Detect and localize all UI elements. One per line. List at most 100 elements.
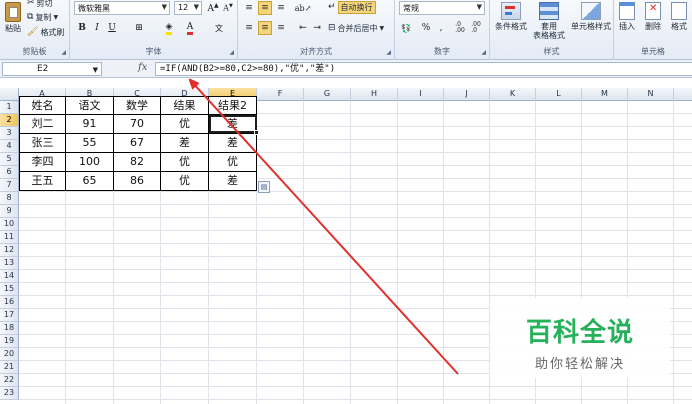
fill-handle[interactable] bbox=[254, 130, 259, 135]
table-cell[interactable]: 优 bbox=[161, 153, 209, 172]
row-header-5[interactable]: 5 bbox=[0, 153, 19, 166]
row-header-20[interactable]: 20 bbox=[0, 348, 19, 361]
table-cell[interactable]: 67 bbox=[114, 134, 161, 153]
formula-input[interactable]: =IF(AND(B2>=80,C2>=80),"优","差") bbox=[155, 62, 692, 76]
cell-styles-button[interactable]: 单元格样式 bbox=[568, 2, 614, 44]
table-cell[interactable]: 差 bbox=[209, 115, 257, 134]
bold-button[interactable]: B bbox=[75, 21, 89, 35]
insert-function-button[interactable]: fx bbox=[138, 62, 147, 73]
paste-button[interactable]: 粘贴 bbox=[0, 2, 26, 44]
paste-options-icon[interactable]: ▤ bbox=[258, 181, 270, 193]
column-header-f[interactable]: F bbox=[257, 88, 304, 101]
cut-button[interactable]: ✂ 剪切 bbox=[27, 0, 53, 10]
align-center-button[interactable]: ≡ bbox=[258, 21, 272, 35]
row-header-4[interactable]: 4 bbox=[0, 140, 19, 153]
table-cell[interactable]: 86 bbox=[114, 172, 161, 191]
row-header-6[interactable]: 6 bbox=[0, 166, 19, 179]
font-size-select[interactable]: 12 ▼ bbox=[174, 1, 202, 15]
select-all-corner[interactable] bbox=[0, 88, 19, 101]
table-cell[interactable]: 55 bbox=[66, 134, 114, 153]
table-cell[interactable]: 优 bbox=[161, 172, 209, 191]
row-header-1[interactable]: 1 bbox=[0, 101, 19, 114]
delete-button[interactable]: ✕ 删除 bbox=[640, 2, 666, 44]
column-header-l[interactable]: L bbox=[536, 88, 582, 101]
table-cell[interactable]: 65 bbox=[66, 172, 114, 191]
row-header-2[interactable]: 2 bbox=[0, 114, 19, 127]
decrease-decimal-button[interactable]: .00.0 bbox=[469, 21, 483, 35]
increase-indent-button[interactable]: ⇥ bbox=[310, 21, 324, 35]
format-as-table-button[interactable]: 套用 表格格式 bbox=[530, 2, 568, 44]
table-cell[interactable]: 82 bbox=[114, 153, 161, 172]
row-header-19[interactable]: 19 bbox=[0, 335, 19, 348]
format-cells-button[interactable]: 格式 bbox=[666, 2, 692, 44]
table-cell[interactable]: 优 bbox=[161, 115, 209, 134]
row-header-8[interactable]: 8 bbox=[0, 192, 19, 205]
table-cell[interactable]: 100 bbox=[66, 153, 114, 172]
align-left-button[interactable]: ≡ bbox=[242, 21, 256, 35]
italic-button[interactable]: I bbox=[90, 21, 104, 35]
align-bottom-button[interactable]: ≡ bbox=[274, 1, 288, 15]
table-cell[interactable]: 刘二 bbox=[19, 115, 66, 134]
table-header-cell[interactable]: 姓名 bbox=[19, 96, 66, 115]
decrease-indent-button[interactable]: ⇤ bbox=[296, 21, 310, 35]
phonetic-button[interactable]: 文 bbox=[212, 21, 226, 35]
table-cell[interactable]: 70 bbox=[114, 115, 161, 134]
orientation-button[interactable]: ab↗ bbox=[295, 1, 312, 15]
currency-button[interactable]: 💱 bbox=[399, 21, 413, 35]
column-header-m[interactable]: M bbox=[582, 88, 628, 101]
row-header-18[interactable]: 18 bbox=[0, 322, 19, 335]
shrink-font-button[interactable]: A▼ bbox=[221, 1, 235, 15]
column-header-j[interactable]: J bbox=[444, 88, 490, 101]
table-cell[interactable]: 李四 bbox=[19, 153, 66, 172]
table-cell[interactable]: 张三 bbox=[19, 134, 66, 153]
name-box[interactable]: E2 ▼ bbox=[2, 62, 102, 76]
align-right-button[interactable]: ≡ bbox=[274, 21, 288, 35]
table-cell[interactable]: 优 bbox=[209, 153, 257, 172]
number-format-select[interactable]: 常规 ▼ bbox=[399, 1, 485, 15]
align-middle-button[interactable]: ≡ bbox=[258, 1, 272, 15]
table-cell[interactable]: 差 bbox=[161, 134, 209, 153]
dialog-launcher-icon[interactable]: ◢ bbox=[61, 49, 66, 56]
comma-button[interactable]: , bbox=[434, 21, 448, 35]
table-header-cell[interactable]: 结果 bbox=[161, 96, 209, 115]
table-cell[interactable]: 差 bbox=[209, 172, 257, 191]
column-header-h[interactable]: H bbox=[351, 88, 398, 101]
table-header-cell[interactable]: 语文 bbox=[66, 96, 114, 115]
insert-button[interactable]: 插入 bbox=[614, 2, 640, 44]
table-cell[interactable]: 差 bbox=[209, 134, 257, 153]
wrap-text-button[interactable]: ↵ 自动换行 bbox=[328, 1, 376, 14]
row-header-22[interactable]: 22 bbox=[0, 374, 19, 387]
table-header-cell[interactable]: 数学 bbox=[114, 96, 161, 115]
row-header-23[interactable]: 23 bbox=[0, 387, 19, 400]
row-header-3[interactable]: 3 bbox=[0, 127, 19, 140]
row-header-7[interactable]: 7 bbox=[0, 179, 19, 192]
underline-button[interactable]: U bbox=[105, 21, 119, 35]
column-header-k[interactable]: K bbox=[490, 88, 536, 101]
row-header-21[interactable]: 21 bbox=[0, 361, 19, 374]
row-header-9[interactable]: 9 bbox=[0, 205, 19, 218]
dialog-launcher-icon[interactable]: ◢ bbox=[481, 49, 486, 56]
dialog-launcher-icon[interactable]: ◢ bbox=[229, 49, 234, 56]
increase-decimal-button[interactable]: .0.00 bbox=[453, 21, 467, 35]
row-header-10[interactable]: 10 bbox=[0, 218, 19, 231]
row-header-13[interactable]: 13 bbox=[0, 257, 19, 270]
table-cell[interactable]: 91 bbox=[66, 115, 114, 134]
grow-font-button[interactable]: A▲ bbox=[206, 1, 220, 15]
dialog-launcher-icon[interactable]: ◢ bbox=[386, 49, 391, 56]
column-header-g[interactable]: G bbox=[304, 88, 351, 101]
align-top-button[interactable]: ≡ bbox=[242, 1, 256, 15]
table-header-cell[interactable]: 结果2 bbox=[209, 96, 257, 115]
row-header-15[interactable]: 15 bbox=[0, 283, 19, 296]
format-painter-button[interactable]: 🖌 格式刷 bbox=[27, 26, 64, 39]
font-color-button[interactable]: A bbox=[183, 21, 197, 35]
fill-color-button[interactable]: ◈ bbox=[162, 21, 176, 35]
font-name-select[interactable]: 微软雅黑 ▼ bbox=[74, 1, 170, 15]
percent-button[interactable]: % bbox=[419, 21, 433, 35]
row-header-12[interactable]: 12 bbox=[0, 244, 19, 257]
column-header-n[interactable]: N bbox=[628, 88, 674, 101]
row-header-14[interactable]: 14 bbox=[0, 270, 19, 283]
conditional-format-button[interactable]: 条件格式 bbox=[490, 2, 532, 44]
borders-button[interactable]: ⊞ bbox=[132, 21, 146, 35]
copy-button[interactable]: ⧉ 复制 ▼ bbox=[27, 11, 58, 24]
merge-center-button[interactable]: ⊟ 合并后居中 ▼ bbox=[328, 22, 384, 35]
